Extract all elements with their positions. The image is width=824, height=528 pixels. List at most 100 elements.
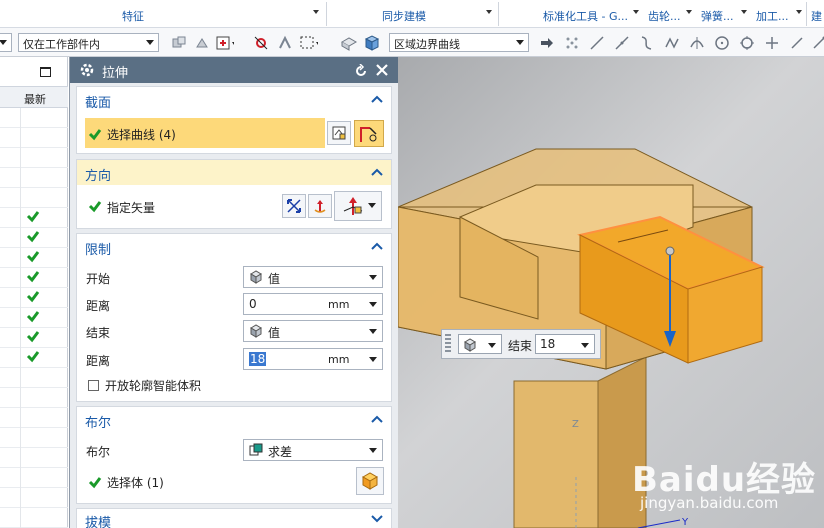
section-direction-title: 方向 [85,169,112,184]
edge-icon[interactable] [810,34,824,52]
ribbon-group-build[interactable]: 建 [811,8,822,24]
distance-end-input[interactable]: 18 mm [243,348,383,370]
table-row[interactable] [0,468,68,488]
specify-vector-row[interactable]: 指定矢量 [77,191,391,221]
chevron-down-icon[interactable] [633,10,639,14]
chevron-down-icon[interactable] [741,10,747,14]
float-end-label: 结束 [508,339,533,353]
select-by-name-icon[interactable] [276,34,294,52]
curve-icon[interactable] [638,34,656,52]
float-distance-value: 18 [540,337,556,351]
chevron-up-icon[interactable] [371,95,383,103]
snap-point-dropdown-icon[interactable] [216,34,234,52]
float-type-select[interactable] [458,334,502,354]
table-row[interactable] [0,268,68,288]
maximize-icon[interactable] [40,67,51,77]
point-cloud-icon[interactable] [563,34,581,52]
vector-type-dropdown[interactable] [334,191,382,221]
start-type-select[interactable]: 值 [243,266,383,288]
rectangle-select-icon[interactable] [300,34,318,52]
slash-icon[interactable] [788,34,806,52]
ribbon-group-standard-tools[interactable]: 标准化工具 - G... [543,8,628,24]
circle-quadrant-icon[interactable] [738,34,756,52]
float-distance-input[interactable]: 18 [535,334,595,354]
table-row[interactable] [0,148,68,168]
table-row[interactable] [0,428,68,448]
table-row[interactable] [0,308,68,328]
check-icon [26,251,40,263]
grip-handle[interactable] [445,334,451,354]
boolean-select[interactable]: 求差 [243,439,383,461]
table-row[interactable] [0,328,68,348]
section-limits-header[interactable]: 限制 [77,234,391,259]
curve-select-button[interactable] [354,120,384,147]
chevron-up-icon[interactable] [371,168,383,176]
table-row[interactable] [0,448,68,468]
chevron-down-icon [488,343,496,348]
gear-icon[interactable] [79,62,95,78]
section-draft-header[interactable]: 拔模 [77,509,391,528]
table-row[interactable] [0,108,68,128]
select-curve-row[interactable]: 选择曲线 (4) [77,118,391,149]
ribbon-group-gear[interactable]: 齿轮... [648,8,681,24]
table-row[interactable] [0,208,68,228]
value-cube-icon [250,324,262,338]
chevron-down-icon[interactable] [796,10,802,14]
ribbon-group-features[interactable]: 特征 [122,8,144,24]
section-direction-header[interactable]: 方向 [77,160,391,185]
assembly-filter-icon[interactable] [170,34,188,52]
table-row[interactable] [0,128,68,148]
table-row[interactable] [0,368,68,388]
table-row[interactable] [0,248,68,268]
chevron-down-icon[interactable] [371,515,383,523]
plus-point-icon[interactable] [763,34,781,52]
spline-icon[interactable] [663,34,681,52]
line-point-icon[interactable] [613,34,631,52]
table-row[interactable] [0,508,68,528]
type-filter-combo[interactable] [0,33,12,52]
chevron-down-icon[interactable] [486,10,492,14]
arc-center-icon[interactable] [713,34,731,52]
ribbon-group-spring[interactable]: 弹簧... [701,8,734,24]
open-profile-checkbox[interactable] [88,380,99,391]
boolean-label: 布尔 [86,445,111,459]
close-icon[interactable] [375,63,389,77]
table-row[interactable] [0,488,68,508]
table-row[interactable] [0,288,68,308]
solid-body-filter-icon[interactable] [340,34,358,52]
scope-filter-combo[interactable]: 仅在工作部件内 [18,33,159,52]
table-row[interactable] [0,188,68,208]
table-row[interactable] [0,228,68,248]
reset-icon[interactable] [354,64,368,78]
chevron-down-icon[interactable] [686,10,692,14]
column-latest[interactable]: 最新 [24,91,46,107]
snap-intersection-icon[interactable] [252,34,270,52]
axis-z-label: Z [572,419,579,430]
subtract-icon [249,443,263,456]
end-type-select[interactable]: 值 [243,320,383,342]
line-icon[interactable] [588,34,606,52]
shaded-cube-icon[interactable] [363,34,381,52]
distance-start-input[interactable]: 0 mm [243,293,383,315]
section-profile-header[interactable]: 截面 [77,87,391,112]
tangent-icon[interactable] [688,34,706,52]
feature-filter-icon[interactable] [193,34,211,52]
reverse-direction-button[interactable] [282,194,306,218]
check-icon [26,331,40,343]
ribbon-group-sync-modeling[interactable]: 同步建模 [382,8,426,24]
table-row[interactable] [0,408,68,428]
chevron-up-icon[interactable] [371,415,383,423]
ribbon-group-machining[interactable]: 加工... [756,8,789,24]
chevron-up-icon[interactable] [371,242,383,250]
table-row[interactable] [0,348,68,368]
curve-rule-combo[interactable]: 区域边界曲线 [389,33,529,52]
table-row[interactable] [0,168,68,188]
chevron-down-icon[interactable] [313,10,319,14]
vector-dialog-button[interactable] [308,194,332,218]
sketch-section-button[interactable] [327,121,351,145]
table-row[interactable] [0,388,68,408]
drag-handle[interactable] [665,246,675,256]
arrow-right-icon[interactable] [538,34,556,52]
section-boolean-header[interactable]: 布尔 [77,407,391,432]
select-body-button[interactable] [356,467,384,495]
